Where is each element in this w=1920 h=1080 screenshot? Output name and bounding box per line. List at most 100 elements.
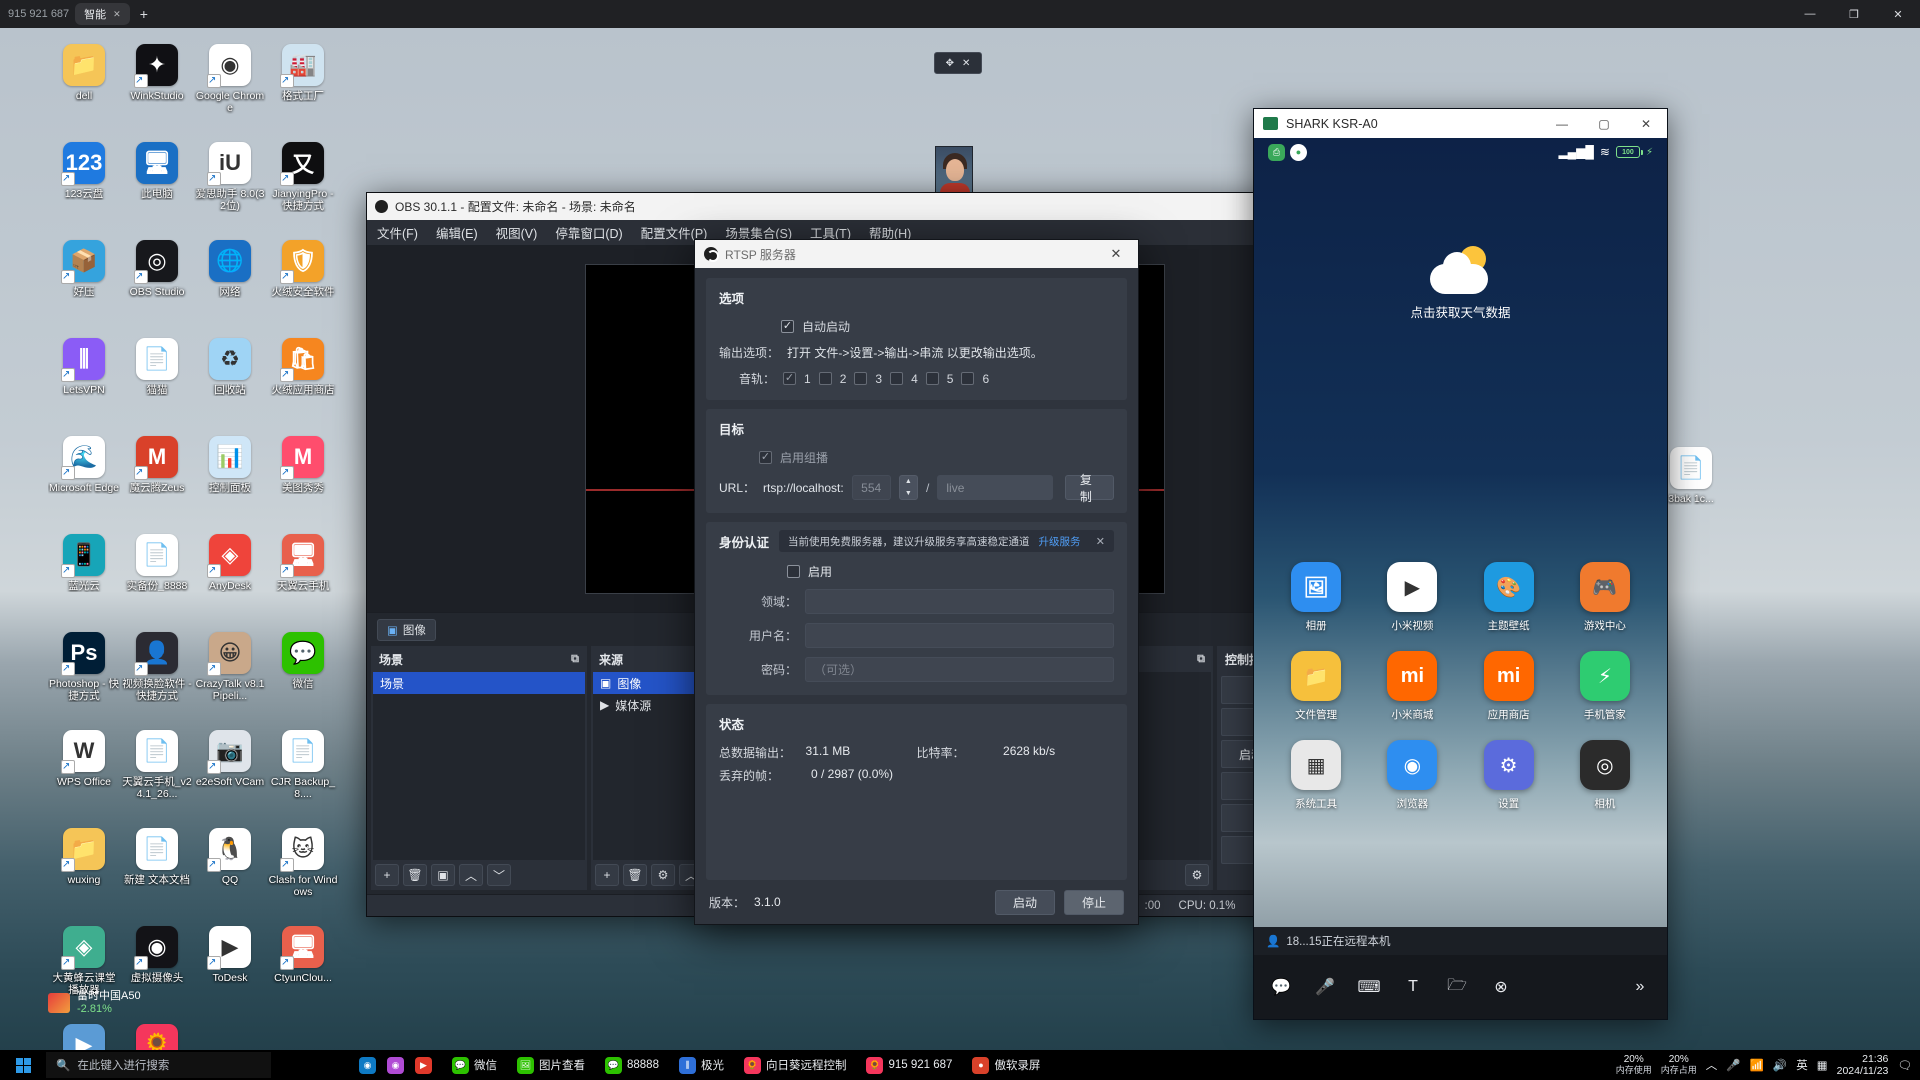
desktop-icon[interactable]: M ↗ 美图秀秀 [267,432,339,530]
multicast-row[interactable]: 启用组播 [719,449,1114,466]
keyboard-icon[interactable]: ⌨ [1348,966,1390,1008]
desktop-icon[interactable]: ◉ ↗ Google Chrome [194,40,266,138]
auth-enable-row[interactable]: 启用 [719,563,1114,580]
desktop-icon[interactable]: ✦ ↗ WinkStudio [121,40,193,138]
auth-enable-checkbox[interactable] [787,565,800,578]
scene-filters-button[interactable]: ▣ [431,864,455,886]
desktop-icon[interactable]: 📄 实备份_8888 [121,530,193,628]
upgrade-service-link[interactable]: 升级服务 [1039,534,1081,549]
desktop-icon[interactable]: 📄 CJR Backup_8.... [267,726,339,824]
obs-menu-item[interactable]: 文件(F) [377,223,418,242]
desktop-icon[interactable]: 📦 ↗ 好压 [48,236,120,334]
desktop-icon[interactable]: ♻ 回收站 [194,334,266,432]
close-button[interactable]: ✕ [1876,0,1920,28]
taskbar-window-item[interactable]: 🌻 向日葵远程控制 [734,1050,857,1080]
desktop-icon[interactable]: 123 ↗ 123云盘 [48,138,120,236]
youtube-icon[interactable]: ▶ [415,1056,432,1074]
phone-app-icon-item[interactable]: 🎨 主题壁纸 [1471,562,1547,633]
phone-app-icon-item[interactable]: mi 小米商城 [1374,651,1450,722]
transition-settings-button[interactable]: ⚙ [1185,864,1209,886]
edge-icon[interactable]: ◉ [359,1056,376,1074]
remove-source-button[interactable]: 🗑 [623,864,647,886]
rtsp-server-dialog[interactable]: RTSP 服务器 ✕ 选项 自动启动 输出选项： 打开 文件->设置->输出->… [694,239,1139,925]
notification-icon[interactable]: 🗨 [1897,1058,1912,1072]
record-icon[interactable]: ● [1290,143,1307,161]
mic-icon[interactable]: 🎤 [1726,1058,1740,1072]
scene-list-item[interactable]: 场景 [373,672,585,694]
autostart-row[interactable]: 自动启动 [719,318,1114,335]
stepper-down-icon[interactable]: ▼ [900,488,917,500]
start-server-button[interactable]: 启动 [995,889,1055,915]
desktop-icon[interactable]: 🌐 网络 [194,236,266,334]
track-4-checkbox[interactable] [890,372,904,385]
popout-icon[interactable]: ⧉ [1197,653,1205,666]
minimize-button[interactable]: — [1788,0,1832,28]
stepper-up-icon[interactable]: ▲ [900,476,917,488]
desktop-icon[interactable]: 📷 ↗ e2eSoft VCam [194,726,266,824]
phone-close-button[interactable]: ✕ [1625,109,1667,138]
port-stepper[interactable]: ▲ ▼ [898,475,919,500]
chat-icon[interactable]: 💬 [1260,966,1302,1008]
track-5-checkbox[interactable] [925,372,939,385]
obs-menu-item[interactable]: 编辑(E) [436,223,478,242]
rtsp-close-button[interactable]: ✕ [1094,240,1138,268]
desktop-icon[interactable]: 🏭 ↗ 格式工厂 [267,40,339,138]
close-icon[interactable]: ✕ [962,58,970,69]
track-1-checkbox[interactable] [783,372,797,385]
taskbar-window-item[interactable]: ● 傲软录屏 [962,1050,1050,1080]
taskbar-window-item[interactable]: 🌻 915 921 687 [856,1050,962,1080]
popout-icon[interactable]: ⧉ [571,653,579,666]
password-row[interactable]: 密码： （可选） [719,657,1114,682]
taskbar-window-item[interactable]: ⫼ 极光 [669,1050,734,1080]
desktop-icon[interactable]: 👤 ↗ 视频换脸软件 - 快捷方式 [121,628,193,726]
desktop-icon[interactable]: 🖥 此电脑 [121,138,193,236]
phone-app-icon-item[interactable]: ▦ 系统工具 [1278,740,1354,811]
username-input[interactable] [805,623,1114,648]
desktop-icon[interactable]: 🐱 ↗ Clash for Windows [267,824,339,922]
phone-app-icon-item[interactable]: ◉ 浏览器 [1374,740,1450,811]
desktop-icon[interactable]: 📁 dell [48,40,120,138]
close-circle-icon[interactable]: ⊗ [1480,966,1522,1008]
obs-menu-item[interactable]: 视图(V) [496,223,538,242]
desktop-icon[interactable]: 📱 ↗ 蓝光云 [48,530,120,628]
desktop-icon[interactable]: 🌊 ↗ Microsoft Edge [48,432,120,530]
restore-button[interactable]: ❐ [1832,0,1876,28]
mic-icon[interactable]: 🎤 [1304,966,1346,1008]
desktop-icon[interactable]: 🛍 ↗ 火绒应用商店 [267,334,339,432]
notice-close-icon[interactable]: ✕ [1096,535,1105,548]
desktop-icon[interactable]: 🛡 ↗ 火绒安全软件 [267,236,339,334]
taskbar-clock[interactable]: 21:36 2024/11/23 [1837,1053,1889,1077]
copy-url-button[interactable]: 复制 [1064,473,1114,504]
desktop-icon[interactable]: Ps ↗ Photoshop - 快捷方式 [48,628,120,726]
text-icon[interactable]: T [1392,966,1434,1008]
desktop-icon[interactable]: ⫼ ↗ LetsVPN [48,334,120,432]
multicast-checkbox[interactable] [759,451,772,464]
desktop-icon[interactable]: iU ↗ 爱思助手 8.0(32位) [194,138,266,236]
drag-handle-icon[interactable]: ✥ [946,58,954,69]
save-icon[interactable]: ⎙ [1268,143,1285,161]
stop-server-button[interactable]: 停止 [1064,889,1124,915]
browser-tab[interactable]: 智能 ✕ [75,3,130,25]
taskbar-search-input[interactable]: 在此键入进行搜索 [77,1057,169,1073]
volume-icon[interactable]: 🔊 [1773,1058,1787,1072]
desktop-icon[interactable]: 💬 微信 [267,628,339,726]
phone-app-icon-item[interactable]: ◎ 相机 [1567,740,1643,811]
photos-icon[interactable]: ◉ [387,1056,404,1074]
weather-widget[interactable]: 点击获取天气数据 [1254,246,1667,321]
move-scene-up-button[interactable]: ︿ [459,864,483,886]
desktop-icon[interactable]: 📄 猫猫 [121,334,193,432]
phone-screen[interactable]: ⎙ ● ▂▄▆█ ≋ 100 ⚡ 点击获取天气数据 🖼 相册 ▶ 小米视频 🎨 主题壁纸 🎮… [1254,138,1667,1019]
source-properties-button[interactable]: ⚙ [651,864,675,886]
obs-menu-item[interactable]: 停靠窗口(D) [555,223,622,242]
folder-icon[interactable]: 🗁 [1436,966,1478,1008]
desktop-icon[interactable]: 📄 新建 文本文档 [121,824,193,922]
scenes-list[interactable]: 场景 [373,672,585,860]
phone-maximize-button[interactable]: ▢ [1583,109,1625,138]
taskbar-window-item[interactable]: 💬 88888 [595,1050,669,1080]
taskbar-window-item[interactable]: 🖼 图片查看 [507,1050,595,1080]
realm-input[interactable] [805,589,1114,614]
phone-app-icon-item[interactable]: ⚡ 手机管家 [1567,651,1643,722]
stock-widget[interactable]: 富时中国A50 -2.81% [48,984,248,1022]
desktop-icon[interactable]: 📁 ↗ wuxing [48,824,120,922]
track-2-checkbox[interactable] [818,372,832,385]
